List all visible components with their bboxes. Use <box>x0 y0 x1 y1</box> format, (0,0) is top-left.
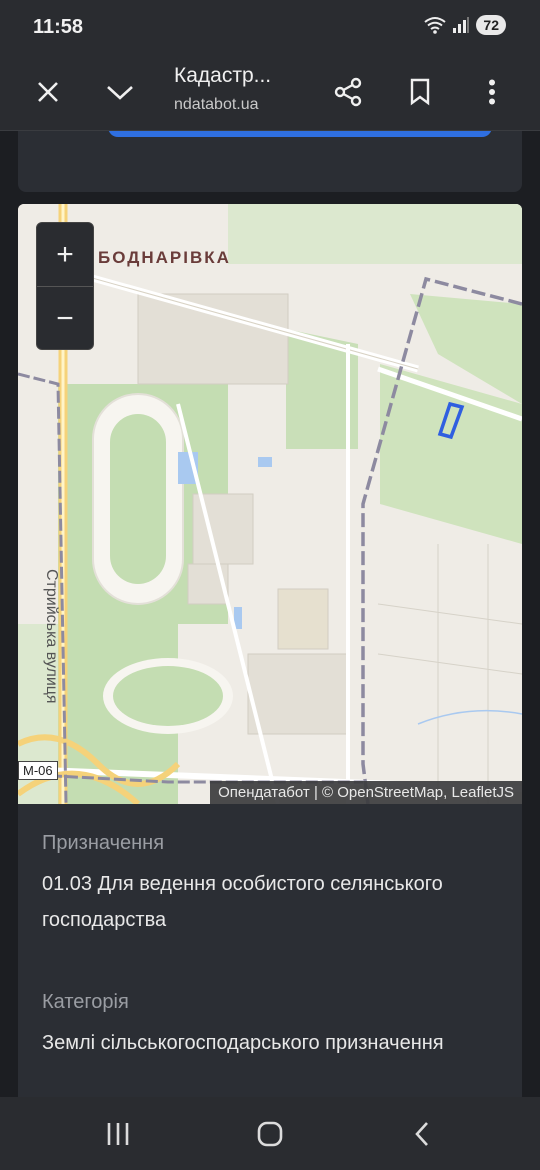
home-icon[interactable] <box>250 1117 290 1151</box>
category-label: Категорія <box>42 991 129 1013</box>
map-place-label: БОДНАРІВКА <box>98 248 231 267</box>
close-icon[interactable] <box>24 68 72 116</box>
status-icons: 72 <box>424 15 506 35</box>
top-card <box>18 131 522 192</box>
map-street-label: Стрийська вулиця <box>43 569 60 704</box>
details-card: Призначення 01.03 Для ведення особистого… <box>18 804 522 1097</box>
custom-tab-toolbar: Кадастр... ndatabot.ua <box>0 56 540 131</box>
purpose-value: 01.03 Для ведення особистого селянського… <box>42 873 443 931</box>
page-content: + − БОДНАРІВКА Стрийська вулиця М-06 Опе… <box>0 131 540 1097</box>
more-icon[interactable] <box>468 68 516 116</box>
map-attribution[interactable]: Опендатабот | © OpenStreetMap, LeafletJS <box>210 781 522 804</box>
signal-icon <box>453 17 470 33</box>
page-url: ndatabot.ua <box>174 96 259 113</box>
navigation-bar <box>0 1097 540 1170</box>
status-time: 11:58 <box>33 16 84 38</box>
recent-apps-icon[interactable] <box>98 1117 138 1151</box>
zoom-control: + − <box>36 222 94 350</box>
action-button[interactable] <box>108 131 492 137</box>
bookmark-icon[interactable] <box>396 68 444 116</box>
cadastre-map[interactable]: + − БОДНАРІВКА Стрийська вулиця М-06 Опе… <box>18 204 522 804</box>
chevron-down-icon[interactable] <box>96 68 144 116</box>
back-icon[interactable] <box>402 1117 442 1151</box>
zoom-in-button[interactable]: + <box>37 223 93 287</box>
category-value: Землі сільськогосподарського призначення <box>42 1032 444 1054</box>
status-bar: 11:58 72 <box>0 0 540 56</box>
share-icon[interactable] <box>324 68 372 116</box>
purpose-label: Призначення <box>42 832 165 854</box>
wifi-icon <box>424 17 447 34</box>
zoom-out-button[interactable]: − <box>37 287 93 350</box>
battery-icon: 72 <box>476 15 506 35</box>
road-shield: М-06 <box>18 761 58 780</box>
page-title: Кадастр... <box>174 64 272 87</box>
